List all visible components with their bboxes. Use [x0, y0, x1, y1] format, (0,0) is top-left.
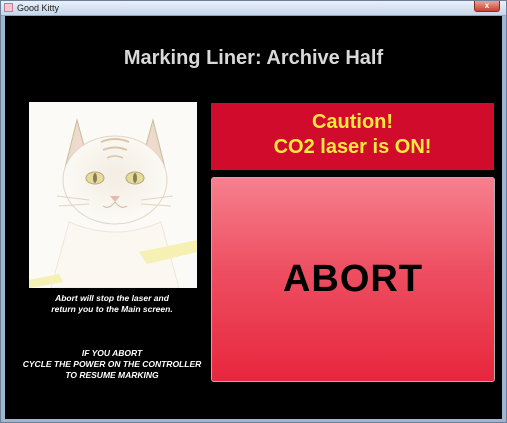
- power-warning-line: CYCLE THE POWER ON THE CONTROLLER: [22, 359, 202, 369]
- power-warning-line: IF YOU ABORT: [81, 348, 143, 358]
- abort-button[interactable]: ABORT: [211, 177, 495, 382]
- title-bar[interactable]: Good Kitty x: [1, 1, 506, 16]
- main-screen: Marking Liner: Archive Half Abort will s…: [5, 16, 502, 419]
- caution-banner: Caution! CO2 laser is ON!: [211, 103, 494, 170]
- abort-info-line: return you to the Main screen.: [51, 304, 173, 314]
- window-title: Good Kitty: [17, 3, 60, 13]
- abort-info-line: Abort will stop the laser and: [55, 293, 169, 303]
- abort-button-label: ABORT: [282, 258, 424, 300]
- cat-icon: [29, 102, 197, 288]
- cat-photo-image: [29, 102, 197, 288]
- power-warning-line: TO RESUME MARKING: [65, 370, 159, 380]
- abort-info-text: Abort will stop the laser and return you…: [19, 293, 205, 315]
- page-title: Marking Liner: Archive Half: [123, 47, 384, 69]
- caution-message: CO2 laser is ON!: [273, 136, 432, 158]
- close-icon: x: [484, 1, 490, 10]
- app-window: Good Kitty x Marking Liner: Archive Half: [0, 0, 507, 423]
- app-icon: [4, 3, 13, 12]
- close-button[interactable]: x: [474, 1, 500, 12]
- caution-title: Caution!: [311, 111, 394, 133]
- power-cycle-warning: IF YOU ABORT CYCLE THE POWER ON THE CONT…: [5, 348, 219, 381]
